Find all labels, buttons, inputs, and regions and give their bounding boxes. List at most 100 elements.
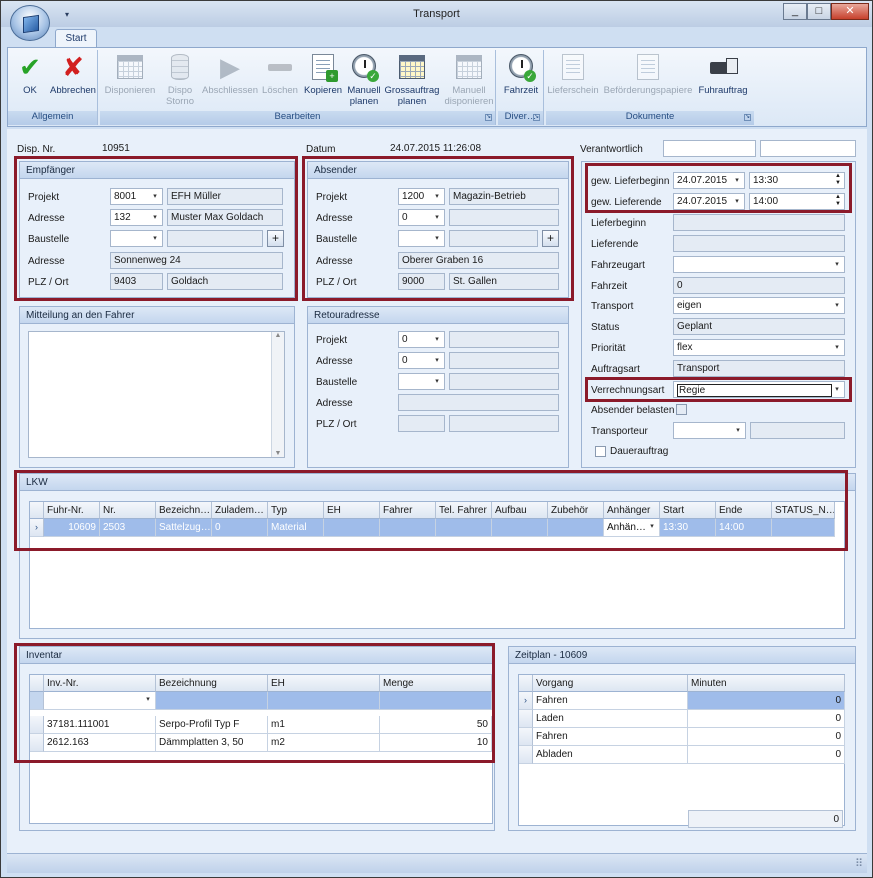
transporteur-select[interactable]: ▾ — [673, 422, 746, 439]
chevron-down-icon: ▾ — [435, 378, 439, 385]
delete-bar-icon — [265, 52, 295, 82]
dialog-launcher-icon[interactable]: ↘ — [485, 114, 492, 121]
close-button[interactable]: ✕ — [831, 3, 869, 20]
fahrzeit-button[interactable]: ✓ Fahrzeit — [500, 52, 542, 96]
chevron-down-icon: ▾ — [435, 336, 439, 343]
dialog-launcher-icon[interactable]: ↘ — [744, 114, 751, 121]
document-icon — [633, 52, 663, 82]
status-value: Geplant — [673, 318, 845, 335]
calendar-icon — [454, 52, 484, 82]
lieferende-value — [673, 235, 845, 252]
abbrechen-button[interactable]: ✘ Abbrechen — [48, 52, 98, 96]
loeschen-button[interactable]: Löschen — [260, 52, 300, 96]
transporteur-name — [750, 422, 845, 439]
scroll-down-icon[interactable]: ▼ — [272, 450, 284, 457]
truck-print-icon — [708, 52, 738, 82]
group-label-allgemein: Allgemein — [8, 111, 97, 125]
row-indicator-icon[interactable]: › — [519, 692, 533, 710]
highlight-verrechnungsart — [585, 377, 852, 402]
tab-start[interactable]: Start — [55, 29, 97, 47]
cross-icon: ✘ — [62, 52, 84, 82]
row-indicator[interactable] — [519, 710, 533, 728]
dauerauftrag-checkbox[interactable] — [595, 446, 606, 457]
disponieren-button[interactable]: Disponieren — [102, 52, 158, 96]
clock-check-icon: ✓ — [349, 52, 379, 82]
zeitplan-cell: Fahren — [533, 728, 688, 746]
zeitplan-cell: 0 — [688, 710, 845, 728]
highlight-absender — [302, 156, 574, 301]
manuell-disponieren-button[interactable]: Manuell disponieren — [442, 52, 496, 107]
calendar-icon — [115, 52, 145, 82]
minimize-button[interactable]: _ — [783, 3, 807, 20]
play-icon: ▶ — [220, 52, 240, 82]
fahrzeit-label: Fahrzeit — [591, 281, 628, 292]
mitteilung-scrollbar[interactable]: ▲ ▼ — [271, 332, 284, 457]
document-icon — [558, 52, 588, 82]
fahrzeugart-select[interactable]: ▾ — [673, 256, 845, 273]
absender-belasten-checkbox[interactable] — [676, 404, 687, 415]
datum-value: 24.07.2015 11:26:08 — [390, 143, 482, 154]
verantwortlich-name-field[interactable] — [760, 140, 856, 157]
retour-strasse-label: Adresse — [316, 398, 353, 409]
retour-projekt-select[interactable]: 0 ▾ — [398, 331, 445, 348]
transport-select[interactable]: eigen ▾ — [673, 297, 845, 314]
manuell-planen-button[interactable]: ✓ Manuell planen — [346, 52, 382, 107]
mitteilung-textarea[interactable]: ▲ ▼ — [28, 331, 285, 458]
ok-button[interactable]: ✔ OK — [14, 52, 46, 96]
dauerauftrag-label: Dauerauftrag — [610, 446, 669, 457]
dialog-launcher-icon[interactable]: ↘ — [533, 114, 540, 121]
app-cube-icon — [23, 14, 39, 34]
ribbon-group-allgemein: ✔ OK ✘ Abbrechen Allgemein — [8, 50, 98, 125]
befoerderungspapiere-button[interactable]: Beförderungspapiere — [602, 52, 694, 96]
status-label: Status — [591, 322, 620, 333]
window-title: Transport — [413, 8, 460, 20]
row-indicator[interactable] — [519, 728, 533, 746]
quick-access-dropdown[interactable]: ▾ — [65, 10, 69, 19]
fuhrauftrag-button[interactable]: Fuhrauftrag — [696, 52, 750, 96]
lieferschein-button[interactable]: Lieferschein — [546, 52, 600, 96]
retour-title: Retouradresse — [308, 307, 568, 324]
retour-plz-value — [398, 415, 445, 432]
resize-grip-icon[interactable]: ⠿ — [855, 857, 863, 870]
verantwortlich-field[interactable] — [663, 140, 756, 157]
absender-belasten-label: Absender belasten — [591, 405, 675, 416]
chevron-down-icon: ▾ — [435, 357, 439, 364]
group-label-dokumente: Dokumente ↘ — [546, 111, 754, 125]
disp-nr-value: 10951 — [102, 143, 130, 154]
grossauftrag-planen-button[interactable]: Grossauftrag planen — [384, 52, 440, 107]
group-label-diverses: Diver… ↘ — [498, 111, 543, 125]
group-label-bearbeiten: Bearbeiten ↘ — [100, 111, 495, 125]
zeitplan-column-header[interactable]: Minuten — [688, 675, 845, 692]
disp-nr-label: Disp. Nr. — [17, 144, 56, 155]
chevron-down-icon: ▾ — [835, 261, 839, 268]
title-bar: Transport _ □ ✕ — [1, 1, 872, 27]
transporteur-label: Transporteur — [591, 426, 648, 437]
chevron-down-icon: ▾ — [736, 427, 740, 434]
row-indicator[interactable] — [519, 746, 533, 764]
retour-baustelle-label: Baustelle — [316, 377, 358, 388]
retour-adresse-select[interactable]: 0 ▾ — [398, 352, 445, 369]
retour-plz-label: PLZ / Ort — [316, 419, 357, 430]
copy-document-icon: + — [308, 52, 338, 82]
lb-label: Lieferbeginn — [591, 218, 647, 229]
schedule-grid-icon — [397, 52, 427, 82]
auftragsart-label: Auftragsart — [591, 364, 640, 375]
chevron-down-icon: ▾ — [835, 344, 839, 351]
dispo-storno-button[interactable]: Dispo Storno — [160, 52, 200, 107]
prioritaet-label: Priorität — [591, 343, 626, 354]
maximize-button[interactable]: □ — [807, 3, 831, 20]
kopieren-button[interactable]: + Kopieren — [302, 52, 344, 96]
application-menu-button[interactable] — [10, 5, 50, 41]
auftragsart-value: Transport — [673, 360, 845, 377]
prioritaet-select[interactable]: flex ▾ — [673, 339, 845, 356]
retour-adresse-label: Adresse — [316, 356, 353, 367]
transport-label: Transport — [591, 301, 634, 312]
highlight-lieferzeit — [585, 163, 852, 213]
zeitplan-grid: Vorgang Minuten › Fahren 0 Laden 0 Fahren 0 Ablad… — [518, 674, 845, 828]
zeitplan-column-header[interactable]: Vorgang — [533, 675, 688, 692]
transport-window: Transport _ □ ✕ ▾ Start ✔ OK ✘ Abbrechen… — [0, 0, 873, 878]
abschliessen-button[interactable]: ▶ Abschliessen — [202, 52, 258, 96]
scroll-up-icon[interactable]: ▲ — [272, 332, 284, 339]
retour-baustelle-select[interactable]: ▾ — [398, 373, 445, 390]
highlight-empfaenger — [14, 156, 298, 301]
